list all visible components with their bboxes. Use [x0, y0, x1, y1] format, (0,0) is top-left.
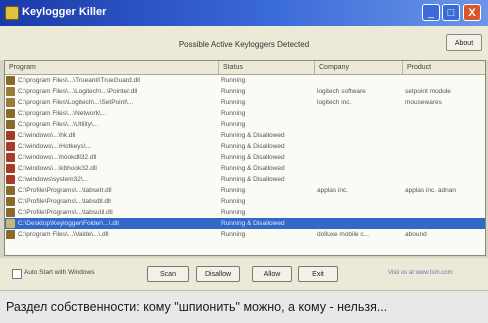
table-row[interactable]: C:\program Files\...\Network\... Running — [5, 108, 485, 119]
autostart-checkbox[interactable] — [12, 269, 22, 279]
autostart-checkbox-label: Auto Start with Windows — [24, 269, 95, 276]
table-row[interactable]: C:\Profile\Programs\...\tabsdll.dll Runni… — [5, 196, 485, 207]
cell-program: C:\windows\...\kbhook32.dll — [18, 165, 97, 172]
column-header-company[interactable]: Company — [315, 61, 403, 74]
results-header: Possible Active Keyloggers Detected Abou… — [0, 26, 488, 60]
cell-product: abound — [405, 231, 427, 238]
file-icon — [6, 153, 15, 162]
cell-product: mousewares — [405, 99, 442, 106]
file-icon — [6, 175, 15, 184]
table-row[interactable]: C:\program Files\...\Logitech\...\Pointe… — [5, 86, 485, 97]
cell-program: C:\program Files\Logitech\...\SetPoint\.… — [18, 99, 134, 106]
disallow-button[interactable]: Disallow — [196, 266, 240, 282]
file-icon — [6, 230, 15, 239]
table-row[interactable]: C:\windows\...\hk.dll Running & Disallowe… — [5, 130, 485, 141]
cell-status: Running — [221, 77, 246, 84]
cell-program: C:\program Files\...\Logitech\...\Pointe… — [18, 88, 138, 95]
table-row[interactable]: C:\windows\system32\... Running & Disallo… — [5, 174, 485, 185]
cell-program: C:\Profile\Programs\...\tabsdll.dll — [18, 198, 111, 205]
file-icon — [6, 164, 15, 173]
cell-status: Running — [221, 187, 246, 194]
table-header: Program Status Company Product — [5, 61, 485, 75]
cell-status: Running & Disallowed — [221, 176, 285, 183]
cell-status: Running — [221, 209, 246, 216]
cell-program: C:\windows\system32\... — [18, 176, 89, 183]
cell-program: C:\program Files\...\Valde\...\.dll — [18, 231, 109, 238]
cell-program: C:\windows\...\hookdll32.dll — [18, 154, 97, 161]
minimize-button[interactable]: _ — [422, 4, 440, 21]
scan-button[interactable]: Scan — [147, 266, 189, 282]
cell-status: Running & Disallowed — [221, 143, 285, 150]
table-row[interactable]: C:\Profile\Programs\...\tabsutil.dll Runn… — [5, 207, 485, 218]
website-link[interactable]: Visit us at www.tsm.com — [388, 270, 453, 276]
table-row[interactable]: C:\windows\...\kbhook32.dll Running & Dis… — [5, 163, 485, 174]
file-icon — [6, 98, 15, 107]
file-icon — [6, 87, 15, 96]
cell-status: Running — [221, 231, 246, 238]
close-button[interactable]: X — [463, 4, 481, 21]
file-icon — [6, 186, 15, 195]
cell-status: Running & Disallowed — [221, 132, 285, 139]
about-button[interactable]: About — [446, 34, 482, 51]
cell-status: Running & Disallowed — [221, 154, 285, 161]
cell-company: dolluxe mobile c... — [317, 231, 370, 238]
table-row[interactable]: C:\Profile\Programs\...\tabsetr.dll Runni… — [5, 185, 485, 196]
caption-bar: Раздел собственности: кому "шпионить" мо… — [0, 290, 488, 323]
table-row[interactable]: C:\program Files\...\Utility\... Running — [5, 119, 485, 130]
maximize-button[interactable]: □ — [442, 4, 460, 21]
column-header-product[interactable]: Product — [403, 61, 485, 74]
table-row[interactable]: C:\windows\...\hookdll32.dll Running & Di… — [5, 152, 485, 163]
cell-status: Running & Disallowed — [221, 165, 285, 172]
allow-button[interactable]: Allow — [252, 266, 292, 282]
file-icon — [6, 131, 15, 140]
cell-program: C:\program Files\...\Utility\... — [18, 121, 99, 128]
cell-company: logitech inc. — [317, 99, 352, 106]
file-icon — [6, 142, 15, 151]
cell-status: Running — [221, 121, 246, 128]
table-row[interactable]: C:\program Files\...\Valde\...\.dll Runni… — [5, 229, 485, 240]
exit-button[interactable]: Exit — [298, 266, 338, 282]
file-icon — [6, 197, 15, 206]
window-title: Keylogger Killer — [22, 6, 107, 18]
table-row[interactable]: C:\windows\...\Hotkeys\... Running & Disa… — [5, 141, 485, 152]
cell-program: C:\program Files\...\Trueanti\TrueGuard.… — [18, 77, 140, 84]
cell-status: Running — [221, 198, 246, 205]
table-row[interactable]: C:\program Files\...\Trueanti\TrueGuard.… — [5, 75, 485, 86]
column-header-status[interactable]: Status — [219, 61, 315, 74]
file-icon — [6, 120, 15, 129]
caption-text: Раздел собственности: кому "шпионить" мо… — [6, 300, 388, 314]
title-bar[interactable]: Keylogger Killer _ □ X — [0, 0, 488, 26]
cell-company: logitech software — [317, 88, 366, 95]
app-icon — [5, 6, 19, 20]
results-heading: Possible Active Keyloggers Detected — [178, 40, 310, 49]
cell-program: C:\Desktop\Keylogger\Folder\...\.dll — [18, 220, 119, 227]
table-row-selected[interactable]: C:\Desktop\Keylogger\Folder\...\.dll Runn… — [5, 218, 485, 229]
cell-status: Running — [221, 99, 246, 106]
cell-program: C:\Profile\Programs\...\tabsutil.dll — [18, 209, 113, 216]
cell-program: C:\windows\...\hk.dll — [18, 132, 76, 139]
table-row[interactable]: C:\program Files\Logitech\...\SetPoint\.… — [5, 97, 485, 108]
cell-product: applas inc. adnan — [405, 187, 456, 194]
bottom-bar: Auto Start with Windows Scan Disallow Al… — [0, 258, 488, 290]
cell-program: C:\program Files\...\Network\... — [18, 110, 107, 117]
file-icon — [6, 208, 15, 217]
cell-status: Running — [221, 110, 246, 117]
keylogger-table: Program Status Company Product C:\progra… — [4, 60, 486, 256]
cell-status: Running & Disallowed — [221, 220, 285, 227]
file-icon — [6, 109, 15, 118]
app-window: Keylogger Killer _ □ X Possible Active K… — [0, 0, 488, 290]
cell-company: applas inc. — [317, 187, 349, 194]
cell-status: Running — [221, 88, 246, 95]
cell-program: C:\Profile\Programs\...\tabsetr.dll — [18, 187, 112, 194]
column-header-program[interactable]: Program — [5, 61, 219, 74]
cell-product: setpoint module — [405, 88, 451, 95]
file-icon — [6, 219, 15, 228]
cell-program: C:\windows\...\Hotkeys\... — [18, 143, 91, 150]
file-icon — [6, 76, 15, 85]
